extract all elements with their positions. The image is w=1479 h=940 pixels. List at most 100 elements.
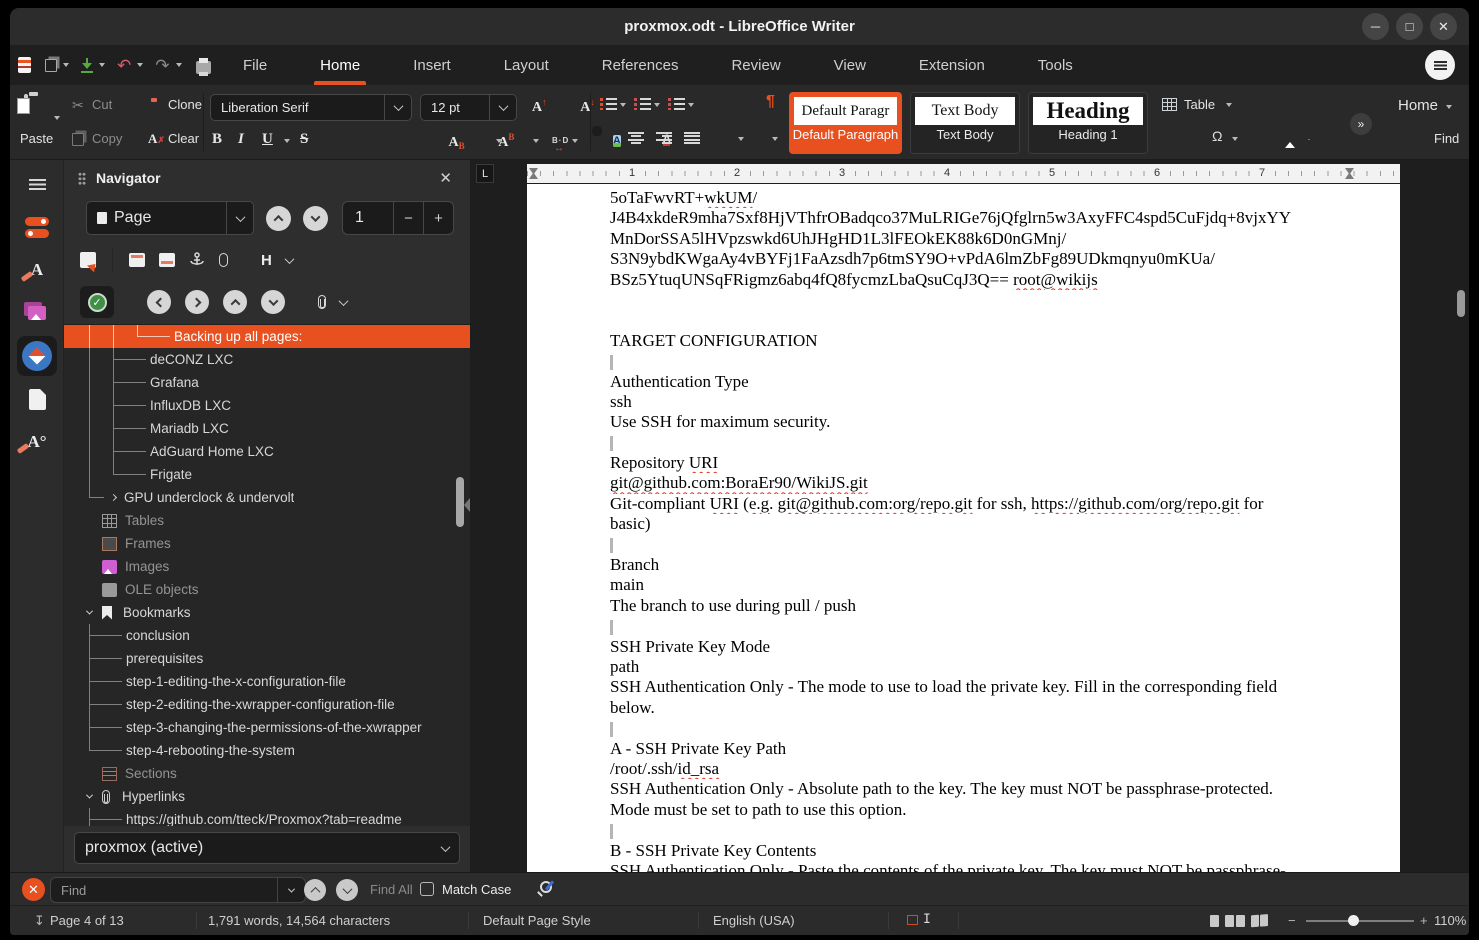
page-style-status[interactable]: Default Page Style	[483, 913, 591, 928]
expand-chevron-icon[interactable]	[102, 495, 124, 500]
up-button[interactable]	[223, 290, 247, 314]
page-number-value[interactable]: 1	[343, 202, 393, 234]
outline-list-dropdown-icon[interactable]	[688, 103, 694, 107]
navigate-by-combobox[interactable]: Page	[86, 201, 254, 235]
insert-table-button[interactable]: Table	[1184, 97, 1215, 112]
toolbar-overflow-button[interactable]: »	[1350, 113, 1372, 135]
navigator-tree-item[interactable]: step-1-editing-the-x-configuration-file	[64, 670, 470, 693]
heading-levels-dropdown-icon[interactable]	[284, 254, 294, 264]
next-page-button[interactable]	[303, 206, 328, 231]
copy-button[interactable]: Copy	[92, 131, 122, 146]
align-justify-button[interactable]	[684, 132, 700, 144]
chevron-down-icon[interactable]	[63, 63, 69, 67]
increase-font-size-button[interactable]: A↑	[532, 100, 547, 115]
clone-formatting-button[interactable]: Clone	[168, 97, 202, 112]
navigator-tree-item[interactable]: Tables	[64, 509, 470, 532]
underline-dropdown-icon[interactable]	[284, 139, 290, 143]
navigator-tree-item[interactable]: Hyperlinks	[64, 785, 470, 808]
navigation-toggle-button[interactable]: ✓	[80, 286, 114, 318]
character-spacing-button[interactable]: B·D	[552, 136, 569, 145]
table-dropdown-icon[interactable]	[1226, 103, 1232, 107]
language-status[interactable]: English (USA)	[713, 913, 795, 928]
drag-mode-dropdown-icon[interactable]	[339, 296, 349, 306]
navigator-tree-item[interactable]: Frigate	[64, 463, 470, 486]
sidebar-settings-button[interactable]	[17, 164, 57, 204]
back-button[interactable]	[147, 290, 171, 314]
maximize-button[interactable]: □	[1396, 13, 1423, 40]
find-and-replace-icon[interactable]	[540, 881, 552, 893]
find-toolbar-button[interactable]: Find	[1434, 131, 1459, 146]
navigate-by-dropdown[interactable]	[226, 202, 253, 234]
page-number-decrement[interactable]: −	[393, 202, 423, 234]
style-text-body[interactable]: Text Body Text Body	[910, 92, 1020, 154]
navigator-scrollbar[interactable]	[456, 477, 464, 527]
numbered-list-button[interactable]	[634, 98, 651, 110]
undo-icon[interactable]: ↶	[117, 57, 131, 74]
previous-page-button[interactable]	[266, 206, 291, 231]
find-all-button[interactable]: Find All	[370, 882, 413, 897]
tab-home[interactable]: Home	[310, 45, 370, 85]
drag-handle-icon[interactable]	[78, 172, 86, 185]
down-button[interactable]	[261, 290, 285, 314]
navigator-tree-item[interactable]: https://github.com/tteck/Proxmox?tab=rea…	[64, 808, 470, 826]
expand-chevron-icon[interactable]	[78, 794, 100, 799]
new-document-icon[interactable]	[18, 57, 31, 73]
selection-mode-icon[interactable]	[907, 915, 918, 925]
navigator-tree-item[interactable]: OLE objects	[64, 578, 470, 601]
find-close-button[interactable]: ✕	[22, 878, 45, 901]
tab-references[interactable]: References	[592, 45, 689, 85]
paste-icon[interactable]	[24, 94, 28, 113]
navigator-tree-item[interactable]: InfluxDB LXC	[64, 394, 470, 417]
zoom-slider-handle[interactable]	[1348, 915, 1359, 926]
chevron-down-icon[interactable]	[99, 63, 105, 67]
align-right-button[interactable]	[656, 132, 672, 144]
clear-formatting-button[interactable]: Clear	[168, 131, 199, 146]
find-history-dropdown[interactable]	[277, 878, 305, 902]
bullet-list-button[interactable]	[600, 98, 617, 110]
copy-document-icon[interactable]	[45, 59, 57, 72]
tab-stop-selector[interactable]: L	[476, 164, 494, 183]
decrease-font-size-button[interactable]: A↓	[580, 100, 595, 115]
sidebar-styles-button[interactable]: A	[17, 250, 57, 290]
align-left-button[interactable]	[592, 126, 602, 136]
strikethrough-button[interactable]: S	[300, 131, 308, 148]
italic-button[interactable]: I	[238, 131, 244, 148]
forward-button[interactable]	[185, 290, 209, 314]
navigator-tree-item[interactable]: Mariadb LXC	[64, 417, 470, 440]
toolbar-context-menu[interactable]: Home	[1398, 97, 1438, 114]
line-spacing-dropdown-icon[interactable]	[738, 137, 744, 141]
content-navigation-view-icon[interactable]	[80, 252, 96, 268]
multi-page-view-button[interactable]	[1225, 915, 1234, 927]
sidebar-gallery-button[interactable]	[17, 293, 57, 333]
redo-icon[interactable]: ↷	[155, 57, 169, 74]
navigator-tree-item[interactable]: GPU underclock & undervolt	[64, 486, 470, 509]
tab-file[interactable]: File	[233, 45, 277, 85]
document-scrollbar[interactable]	[1457, 290, 1465, 317]
tab-layout[interactable]: Layout	[494, 45, 559, 85]
zoom-in-button[interactable]: +	[1420, 913, 1428, 928]
find-next-button[interactable]	[336, 879, 358, 901]
sidebar-style-inspector-button[interactable]: A°	[17, 422, 57, 462]
paste-button[interactable]: Paste	[20, 131, 53, 146]
bullet-list-dropdown-icon[interactable]	[620, 103, 626, 107]
minimize-button[interactable]: ─	[1362, 13, 1389, 40]
special-character-dropdown-icon[interactable]	[1232, 137, 1238, 141]
tab-review[interactable]: Review	[721, 45, 790, 85]
paragraph-background-dropdown-icon[interactable]	[772, 137, 778, 141]
bold-button[interactable]: B	[212, 131, 222, 148]
navigator-tree-item[interactable]: conclusion	[64, 624, 470, 647]
save-status-icon[interactable]: ↧	[34, 913, 45, 929]
sidebar-properties-button[interactable]	[17, 207, 57, 247]
find-input[interactable]	[51, 883, 277, 898]
navigator-tree-item[interactable]: Grafana	[64, 371, 470, 394]
paste-dropdown-icon[interactable]	[54, 116, 60, 120]
book-view-button[interactable]	[1251, 915, 1259, 928]
menubar-toggle-button[interactable]	[1425, 50, 1455, 80]
find-previous-button[interactable]	[304, 879, 326, 901]
navigator-tree-item[interactable]: step-2-editing-the-xwrapper-configuratio…	[64, 693, 470, 716]
anchor-icon[interactable]	[189, 252, 205, 268]
navigator-tree-item[interactable]: AdGuard Home LXC	[64, 440, 470, 463]
font-name-dropdown[interactable]	[384, 95, 411, 120]
navigator-tree-item[interactable]: prerequisites	[64, 647, 470, 670]
chevron-down-icon[interactable]	[137, 63, 143, 67]
